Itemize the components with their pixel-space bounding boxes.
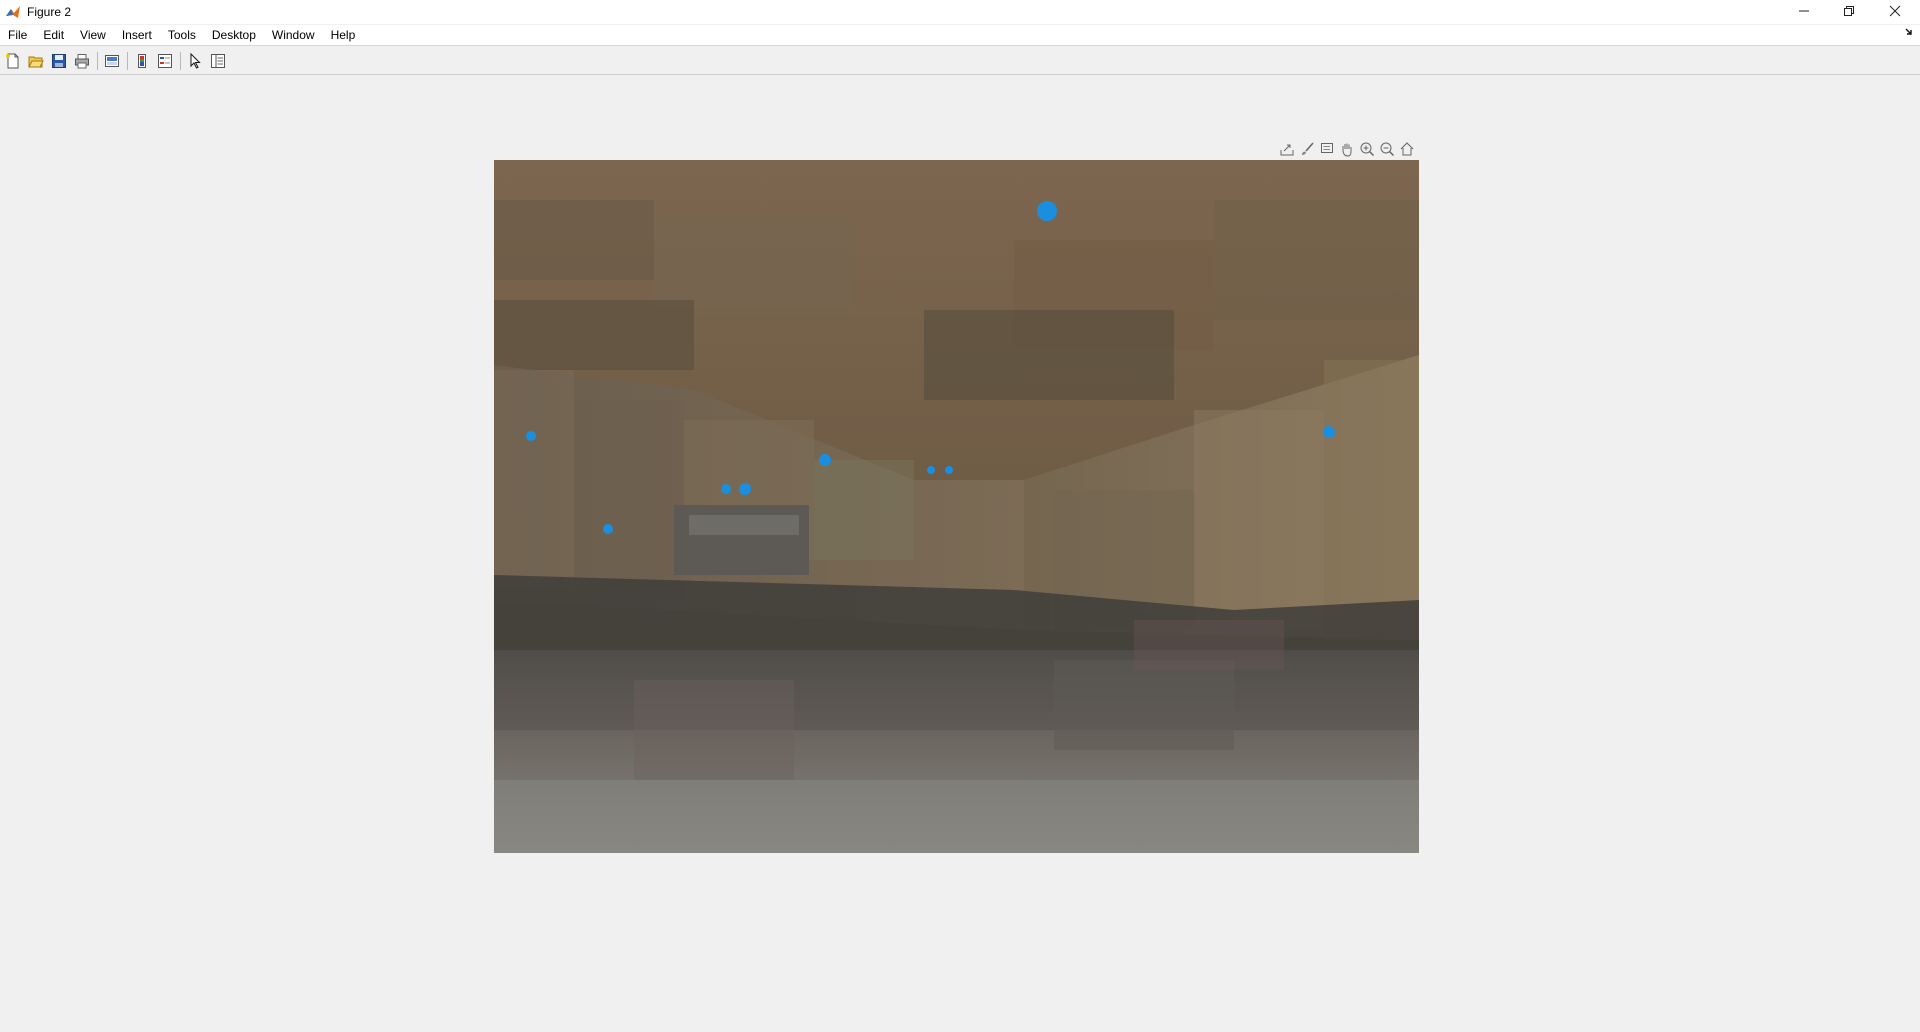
close-button[interactable] <box>1872 0 1918 22</box>
open-property-inspector-icon <box>211 54 225 68</box>
brush-button[interactable] <box>1298 140 1316 158</box>
insert-legend-icon <box>158 54 172 68</box>
toolbar-separator <box>97 52 98 70</box>
insert-legend-button[interactable] <box>155 51 175 71</box>
data-tips-icon <box>1321 143 1333 153</box>
restore-button[interactable] <box>1826 0 1872 22</box>
zoom-in-button[interactable] <box>1358 140 1376 158</box>
zoom-in-icon <box>1360 142 1375 157</box>
restore-icon <box>1844 6 1854 16</box>
link-plot-icon <box>105 55 119 67</box>
insert-colorbar-icon <box>138 54 146 68</box>
menu-desktop[interactable]: Desktop <box>204 25 264 45</box>
feature-marker <box>739 483 751 495</box>
restore-view-button[interactable] <box>1398 140 1416 158</box>
axes-toolbar <box>1278 140 1418 158</box>
feature-marker <box>603 524 613 534</box>
export-button[interactable] <box>1278 140 1296 158</box>
data-tips-button[interactable] <box>1318 140 1336 158</box>
menu-edit[interactable]: Edit <box>35 25 72 45</box>
minimize-button[interactable] <box>1781 0 1827 22</box>
menu-bar: File Edit View Insert Tools Desktop Wind… <box>0 25 1920 46</box>
zoom-out-icon <box>1380 142 1395 157</box>
menu-file[interactable]: File <box>0 25 35 45</box>
feature-marker <box>1323 426 1335 438</box>
save-button[interactable] <box>49 51 69 71</box>
toolbar-separator <box>180 52 181 70</box>
feature-marker <box>945 466 953 474</box>
pan-icon <box>1342 143 1352 157</box>
menu-help[interactable]: Help <box>323 25 364 45</box>
edit-plot-icon <box>190 53 201 69</box>
feature-marker <box>819 454 831 466</box>
title-bar: Figure 2 <box>0 0 1920 24</box>
brush-icon <box>1302 142 1314 155</box>
minimize-icon <box>1799 10 1809 12</box>
displayed-image <box>494 160 1419 853</box>
export-icon <box>1280 144 1294 156</box>
save-icon <box>52 54 66 68</box>
open-property-inspector-button[interactable] <box>208 51 228 71</box>
edit-plot-button[interactable] <box>185 51 205 71</box>
new-figure-icon <box>6 53 19 69</box>
zoom-out-button[interactable] <box>1378 140 1396 158</box>
figure-toolbar <box>0 48 1920 75</box>
toolbar-separator <box>127 52 128 70</box>
dock-figure-icon[interactable] <box>1904 27 1914 40</box>
open-file-icon <box>28 56 44 68</box>
feature-marker <box>1037 201 1057 221</box>
menu-insert[interactable]: Insert <box>114 25 160 45</box>
restore-view-icon <box>1400 142 1414 156</box>
pan-button[interactable] <box>1338 140 1356 158</box>
feature-marker <box>526 431 536 441</box>
new-figure-button[interactable] <box>3 51 23 71</box>
matlab-icon <box>5 4 21 20</box>
menu-tools[interactable]: Tools <box>160 25 204 45</box>
image-axes[interactable] <box>494 160 1419 853</box>
link-plot-button[interactable] <box>102 51 122 71</box>
window-title: Figure 2 <box>27 5 72 19</box>
open-file-button[interactable] <box>26 51 46 71</box>
insert-colorbar-button[interactable] <box>132 51 152 71</box>
feature-marker <box>721 484 731 494</box>
print-icon <box>75 54 89 69</box>
menu-window[interactable]: Window <box>264 25 323 45</box>
print-button[interactable] <box>72 51 92 71</box>
menu-view[interactable]: View <box>72 25 114 45</box>
feature-marker <box>927 466 935 474</box>
close-icon <box>1889 5 1901 17</box>
